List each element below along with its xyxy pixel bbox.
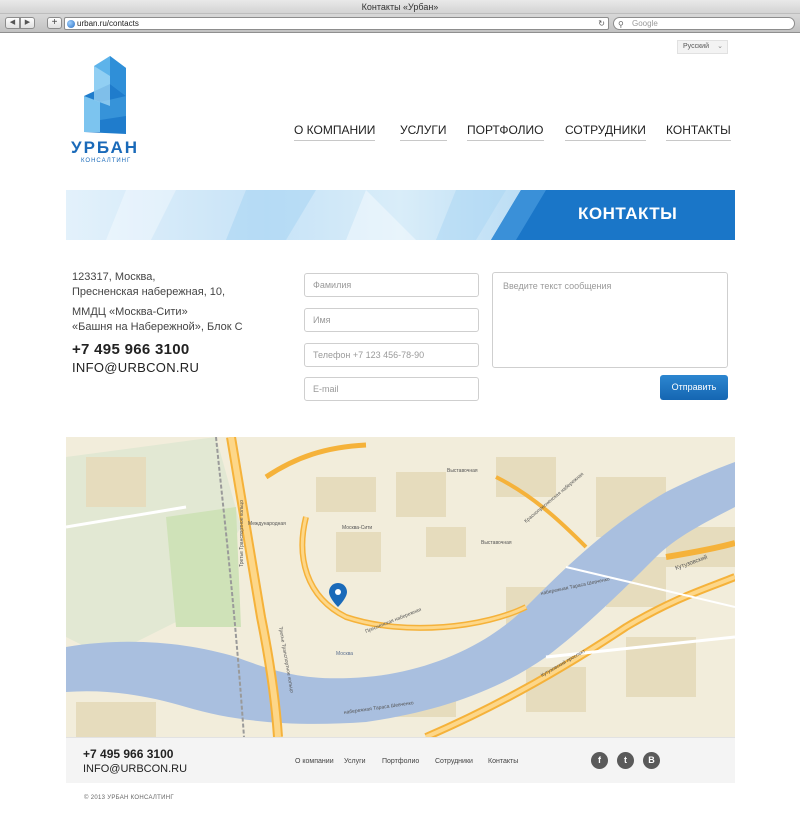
page-banner: КОНТАКТЫ	[66, 190, 735, 240]
phone-field[interactable]: Телефон +7 123 456-78-90	[304, 343, 479, 367]
nav-staff[interactable]: СОТРУДНИКИ	[565, 123, 646, 141]
main-nav: О КОМПАНИИ УСЛУГИ ПОРТФОЛИО СОТРУДНИКИ К…	[294, 123, 731, 143]
contact-phone[interactable]: +7 495 966 3100	[72, 341, 190, 358]
add-bookmark-button[interactable]: +	[47, 17, 62, 29]
map-label-vystavochnaya: Выставочная	[447, 468, 478, 474]
nav-about[interactable]: О КОМПАНИИ	[294, 123, 376, 141]
search-placeholder: Google	[632, 19, 658, 28]
footer-phone[interactable]: +7 495 966 3100	[83, 747, 173, 761]
twitter-icon[interactable]: t	[617, 752, 634, 769]
map-label-third-ring: Третье Транспортное кольцо	[239, 500, 245, 567]
footer-link-contacts[interactable]: Контакты	[488, 758, 518, 765]
map-label-river: Москва	[336, 651, 353, 657]
footer-link-about[interactable]: О компании	[295, 758, 334, 765]
globe-icon	[67, 20, 75, 28]
copyright: © 2013 УРБАН КОНСАЛТИНГ	[84, 795, 174, 801]
contact-email[interactable]: INFO@URBCON.RU	[72, 360, 199, 375]
location-map[interactable]: Москва-Сити Выставочная Выставочная Межд…	[66, 437, 735, 737]
building-line: ММДЦ «Москва-Сити»	[72, 306, 188, 318]
search-icon: ⚲	[618, 20, 624, 29]
url-text: urban.ru/contacts	[77, 19, 139, 28]
address-bar[interactable]: urban.ru/contacts ↻	[64, 17, 609, 30]
nav-services[interactable]: УСЛУГИ	[400, 123, 447, 141]
logo-text: УРБАН	[71, 138, 140, 157]
footer-email[interactable]: INFO@URBCON.RU	[83, 763, 187, 775]
window-title: Контакты «Урбан»	[0, 0, 800, 14]
send-button[interactable]: Отправить	[660, 375, 728, 400]
address-block: 123317, Москва, Пресненская набережная, …	[72, 270, 287, 335]
facebook-icon[interactable]: f	[591, 752, 608, 769]
map-label-vystavochnaya: Выставочная	[481, 540, 512, 546]
address-line: Пресненская набережная, 10,	[72, 286, 226, 298]
footer: +7 495 966 3100 INFO@URBCON.RU О компани…	[66, 737, 735, 783]
message-field[interactable]: Введите текст сообщения	[492, 272, 728, 368]
language-select[interactable]: Русский ⌄	[677, 40, 728, 54]
map-label-mezhdunarodnaya: Международная	[248, 521, 286, 527]
forward-button[interactable]: ▶	[20, 17, 35, 29]
page: Русский ⌄ УРБАН КОНСАЛТИНГ О КОМПАНИИ УС…	[0, 34, 800, 814]
footer-link-services[interactable]: Услуги	[344, 758, 366, 765]
page-title: КОНТАКТЫ	[578, 204, 678, 223]
browser-toolbar: ◀ ▶ + urban.ru/contacts ↻ ⚲ Google	[0, 14, 800, 33]
footer-link-portfolio[interactable]: Портфолио	[382, 758, 419, 765]
footer-link-staff[interactable]: Сотрудники	[435, 758, 473, 765]
search-input[interactable]: ⚲ Google	[613, 17, 795, 30]
logo-subtitle: КОНСАЛТИНГ	[81, 158, 132, 164]
language-label: Русский	[683, 43, 709, 50]
lastname-field[interactable]: Фамилия	[304, 273, 479, 297]
browser-window: Контакты «Урбан» ◀ ▶ + urban.ru/contacts…	[0, 0, 800, 814]
building-line: «Башня на Набережной», Блок С	[72, 321, 243, 333]
reload-icon[interactable]: ↻	[598, 18, 605, 29]
nav-contacts[interactable]: КОНТАКТЫ	[666, 123, 731, 141]
name-field[interactable]: Имя	[304, 308, 479, 332]
chevron-down-icon: ⌄	[717, 43, 723, 50]
nav-portfolio[interactable]: ПОРТФОЛИО	[467, 123, 544, 141]
map-label-moskva-city: Москва-Сити	[342, 525, 372, 531]
address-line: 123317, Москва,	[72, 271, 156, 283]
back-button[interactable]: ◀	[5, 17, 20, 29]
email-field[interactable]: E-mail	[304, 377, 479, 401]
vkontakte-icon[interactable]: B	[643, 752, 660, 769]
